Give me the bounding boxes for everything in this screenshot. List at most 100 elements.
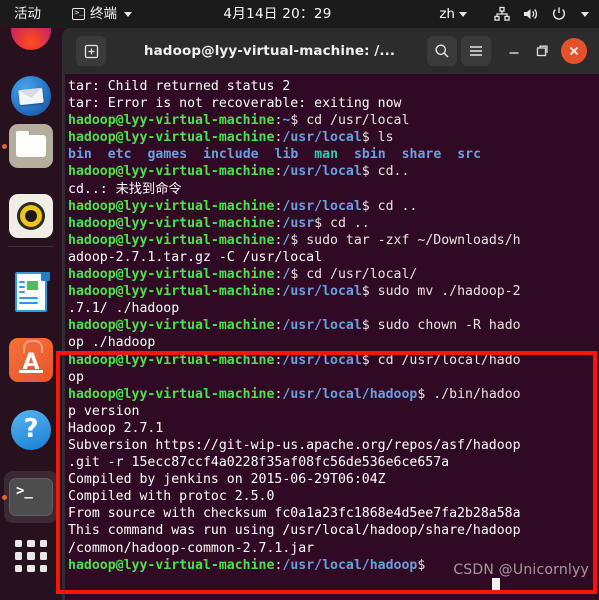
dock-item-rhythmbox[interactable] <box>9 194 53 238</box>
terminal-line: hadoop@lyy-virtual-machine:/$ sudo tar -… <box>68 232 599 249</box>
ls-entry: src <box>457 147 482 163</box>
terminal-text: tar: Error is not recoverable: exiting n… <box>68 96 402 112</box>
terminal-line: Compiled with protoc 2.5.0 <box>68 488 599 505</box>
terminal-line: adoop-2.7.1.tar.gz -C /usr/local <box>68 249 599 266</box>
terminal-text: This command was run using /usr/local/ha… <box>68 523 521 539</box>
terminal-text: adoop-2.7.1.tar.gz -C /usr/local <box>68 249 323 265</box>
minimize-button[interactable] <box>501 38 527 64</box>
clock[interactable]: 4月14日 20：29 <box>0 0 577 28</box>
grid-dot <box>39 540 47 548</box>
terminal-text: Compiled with protoc 2.5.0 <box>68 489 275 505</box>
terminal-text: Compiled by jenkins on 2015-06-29T06:04Z <box>68 472 386 488</box>
prompt-user-host: hadoop@lyy-virtual-machine <box>68 130 275 146</box>
prompt-path: /usr <box>282 215 315 231</box>
dock-item-terminal[interactable]: >_ <box>9 478 53 522</box>
prompt-dollar: $ cd /usr/local/ <box>290 267 418 283</box>
prompt-path: /usr/local <box>282 130 362 146</box>
search-button[interactable] <box>427 36 457 66</box>
terminal-titlebar[interactable]: hadoop@lyy-virtual-machine: /... <box>62 28 599 74</box>
terminal-window: hadoop@lyy-virtual-machine: /... tar: Ch… <box>62 28 599 600</box>
power-icon[interactable] <box>551 6 567 22</box>
terminal-text: .git -r 15ecc87ccf4a0228f35af08fc56de536… <box>68 455 450 471</box>
network-icon[interactable] <box>494 6 510 22</box>
volume-icon[interactable] <box>522 6 539 22</box>
dock-item-thunderbird[interactable] <box>9 74 53 118</box>
prompt-dollar: $ sudo mv ./hadoop-2 <box>361 284 521 300</box>
hamburger-menu-button[interactable] <box>461 36 491 66</box>
dock-item-ubuntu-software[interactable]: A <box>9 338 53 382</box>
terminal-text: Subversion https://git-wip-us.apache.org… <box>68 437 521 453</box>
terminal-line: /common/hadoop-common-2.7.1.jar <box>68 540 599 557</box>
terminal-line: Hadoop 2.7.1 <box>68 420 599 437</box>
prompt-dollar: $ cd.. <box>361 164 410 180</box>
prompt-dollar: $ <box>417 557 426 573</box>
terminal-line: bin etc games include lib man sbin share… <box>68 146 599 163</box>
prompt-user-host: hadoop@lyy-virtual-machine <box>68 198 275 214</box>
terminal-line: .git -r 15ecc87ccf4a0228f35af08fc56de536… <box>68 454 599 471</box>
terminal-output[interactable]: tar: Child returned status 2 tar: Error i… <box>62 74 599 600</box>
grid-dot <box>15 552 23 560</box>
prompt-path: /usr/local/hadoop <box>282 386 418 402</box>
terminal-line: hadoop@lyy-virtual-machine:/usr/local$ c… <box>68 198 599 215</box>
ls-entry: etc <box>107 147 132 163</box>
close-button[interactable] <box>561 38 587 64</box>
prompt-path: /usr/local <box>282 352 362 368</box>
help-icon: ? <box>9 408 53 452</box>
terminal-line: Subversion https://git-wip-us.apache.org… <box>68 437 599 454</box>
prompt-path: /usr/local <box>282 198 362 214</box>
ls-spacer <box>386 147 402 162</box>
prompt-user-host: hadoop@lyy-virtual-machine <box>68 113 275 129</box>
running-indicator-terminal <box>1 495 7 500</box>
prompt-user-host: hadoop@lyy-virtual-machine <box>68 557 275 573</box>
ls-entry: share <box>401 147 442 163</box>
dock-item-help[interactable]: ? <box>9 408 53 452</box>
dock-item-files[interactable] <box>9 124 53 168</box>
grid-dot <box>27 540 35 548</box>
terminal-line: hadoop@lyy-virtual-machine:/usr/local$ s… <box>68 283 599 300</box>
new-tab-button[interactable] <box>76 36 106 66</box>
window-title: hadoop@lyy-virtual-machine: /... <box>143 43 396 59</box>
terminal-line: hadoop@lyy-virtual-machine:/usr/local$ s… <box>68 317 599 334</box>
ls-entry: include <box>203 147 259 163</box>
ls-spacer <box>259 147 275 162</box>
grid-dot <box>39 552 47 560</box>
ubuntu-software-icon: A <box>9 338 53 382</box>
terminal-line: p version <box>68 403 599 420</box>
ls-entry: man <box>314 147 339 163</box>
ls-spacer <box>298 147 314 162</box>
ls-entry: lib <box>274 147 299 163</box>
system-tray[interactable] <box>494 0 589 28</box>
prompt-user-host: hadoop@lyy-virtual-machine <box>68 164 275 180</box>
prompt-path: /usr/local <box>282 164 362 180</box>
input-language-indicator[interactable]: zh <box>439 0 467 28</box>
thunderbird-icon <box>9 74 53 118</box>
prompt-user-host: hadoop@lyy-virtual-machine <box>68 232 275 248</box>
dock-item-libreoffice-writer[interactable] <box>9 268 53 312</box>
terminal-line: tar: Child returned status 2 <box>68 78 599 95</box>
chevron-down-icon[interactable] <box>581 11 589 17</box>
terminal-line: cd..: 未找到命令 <box>68 181 599 198</box>
terminal-text: Hadoop 2.7.1 <box>68 420 164 436</box>
terminal-line: hadoop@lyy-virtual-machine:~$ cd /usr/lo… <box>68 112 599 129</box>
terminal-line: From source with checksum fc0a1a23fc1868… <box>68 505 599 522</box>
terminal-text: tar: Child returned status 2 <box>68 79 291 94</box>
terminal-line: hadoop@lyy-virtual-machine:/usr/local$ c… <box>68 352 599 369</box>
ls-spacer <box>338 147 354 162</box>
rhythmbox-icon <box>9 194 53 238</box>
prompt-path: /usr/local <box>282 318 362 334</box>
dock-separator <box>8 246 54 247</box>
prompt-dollar: $ sudo chown -R hado <box>361 318 521 334</box>
prompt-dollar: $ ls <box>361 130 394 146</box>
terminal-text: From source with checksum fc0a1a23fc1868… <box>68 506 521 522</box>
ls-entry: sbin <box>353 147 386 163</box>
ubuntu-dock: A ? >_ <box>0 10 62 600</box>
grid-dot <box>27 564 35 572</box>
show-applications-button[interactable] <box>15 540 47 572</box>
prompt-path: /usr/local <box>282 284 362 300</box>
terminal-line: This command was run using /usr/local/ha… <box>68 522 599 539</box>
prompt-dollar: $ cd /usr/local/hado <box>361 352 521 368</box>
maximize-button[interactable] <box>529 38 555 64</box>
terminal-line: Compiled by jenkins on 2015-06-29T06:04Z <box>68 471 599 488</box>
desktop-screen: 活动 终端 4月14日 20：29 zh <box>0 0 599 600</box>
terminal-text: .7.1/ ./hadoop <box>68 301 180 317</box>
